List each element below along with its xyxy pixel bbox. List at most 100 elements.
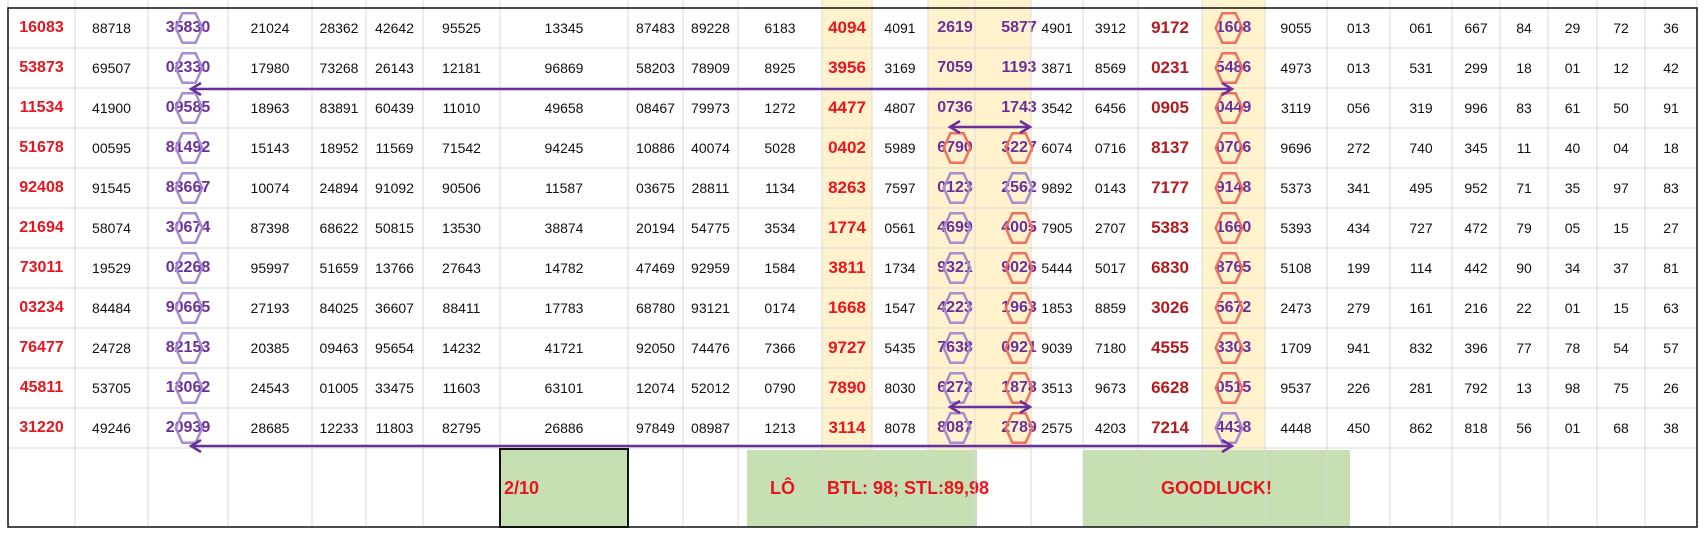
col-2digit-b-cell: 29: [1564, 20, 1581, 36]
third-prize-b-cell: 12233: [319, 420, 359, 436]
seventh-prize-cell: 1709: [1280, 340, 1312, 356]
third-prize-c-cell: 11569: [375, 140, 414, 156]
last4-special-cell: 3956: [828, 58, 866, 77]
fifth-prize-b-cell: 4901: [1041, 20, 1073, 36]
col-2digit-b-cell: 61: [1564, 100, 1581, 116]
special-prize-cell: 31220: [19, 419, 64, 436]
col-3digit-c-cell: 442: [1464, 260, 1488, 276]
col-2digit-a-cell: 83: [1516, 100, 1532, 116]
second-prize-cell: 13062: [165, 379, 211, 396]
third-prize-g-cell: 52012: [691, 380, 730, 396]
col-3digit-b-cell: 281: [1409, 380, 1433, 396]
special-prize-cell: 53873: [19, 59, 64, 76]
sixth-prize-a-cell: 2619: [937, 19, 973, 36]
fourth-prize-cell: 0790: [764, 380, 796, 396]
fifth-prize-b-cell: 1853: [1041, 300, 1073, 316]
fifth-prize-a-cell: 8030: [884, 380, 916, 396]
last4-special-cell: 9727: [828, 338, 866, 357]
col-3digit-b-cell: 061: [1409, 20, 1433, 36]
col-3digit-b-cell: 114: [1409, 260, 1433, 276]
third-prize-b-cell: 01005: [319, 380, 359, 396]
last4-red-cell: 7214: [1151, 418, 1189, 437]
fifth-prize-b-cell: 9039: [1041, 340, 1073, 356]
col-3digit-a-cell: 450: [1346, 420, 1371, 436]
third-prize-e-cell: 38874: [544, 220, 584, 236]
third-prize-c-cell: 11803: [375, 420, 414, 436]
third-prize-f-cell: 08467: [636, 100, 675, 116]
last4-purple-cell: 1660: [1215, 219, 1252, 236]
third-prize-d-cell: 95525: [442, 20, 481, 36]
col-2digit-b-cell: 01: [1564, 420, 1581, 436]
second-prize-cell: 35830: [165, 19, 211, 36]
third-prize-d-cell: 14232: [442, 340, 481, 356]
second-prize-cell: 90665: [165, 299, 211, 316]
fifth-prize-a-cell: 4807: [884, 100, 916, 116]
seventh-prize-cell: 3119: [1280, 100, 1312, 116]
third-prize-f-cell: 47469: [636, 260, 675, 276]
third-prize-a-cell: 28685: [250, 420, 290, 436]
third-prize-f-cell: 97849: [636, 420, 675, 436]
col-3digit-a-cell: 226: [1346, 380, 1371, 396]
col-2digit-c-cell: 15: [1613, 300, 1629, 316]
fifth-prize-c-cell: 8859: [1094, 300, 1127, 316]
third-prize-e-cell: 41721: [544, 340, 584, 356]
third-prize-f-cell: 03675: [636, 180, 675, 196]
third-prize-a-cell: 87398: [250, 220, 290, 236]
third-prize-a-cell: 15143: [250, 140, 290, 156]
col-2digit-c-cell: 12: [1613, 60, 1629, 76]
third-prize-e-cell: 63101: [544, 380, 584, 396]
fourth-prize-cell: 1134: [764, 180, 796, 196]
third-prize-b-cell: 83891: [319, 100, 359, 116]
third-prize-d-cell: 12181: [442, 60, 481, 76]
col-2digit-c-cell: 15: [1613, 220, 1629, 236]
fifth-prize-b-cell: 5444: [1041, 260, 1073, 276]
third-prize-b-cell: 68622: [319, 220, 359, 236]
sixth-prize-a-cell: 9321: [937, 259, 973, 276]
col-3digit-c-cell: 792: [1464, 380, 1488, 396]
col-3digit-b-cell: 832: [1409, 340, 1433, 356]
third-prize-b-cell: 28362: [319, 20, 359, 36]
third-prize-b-cell: 24894: [319, 180, 359, 196]
sixth-prize-a-cell: 0736: [937, 99, 973, 116]
third-prize-d-cell: 82795: [442, 420, 481, 436]
seventh-prize-cell: 4973: [1280, 60, 1312, 76]
col-3digit-c-cell: 216: [1464, 300, 1488, 316]
third-prize-c-cell: 42642: [375, 20, 414, 36]
col-2digit-a-cell: 13: [1516, 380, 1532, 396]
col-2digit-b-cell: 01: [1564, 60, 1581, 76]
special-prize-cell: 45811: [19, 379, 64, 396]
col-3digit-c-cell: 818: [1464, 420, 1488, 436]
first-prize-cell: 58074: [92, 220, 131, 236]
fifth-prize-c-cell: 6456: [1094, 100, 1127, 116]
first-prize-cell: 41900: [92, 100, 131, 116]
sixth-prize-a-cell: 6790: [937, 139, 973, 156]
third-prize-d-cell: 11603: [442, 380, 481, 396]
third-prize-d-cell: 27643: [442, 260, 481, 276]
third-prize-e-cell: 13345: [544, 20, 584, 36]
last4-red-cell: 7177: [1151, 178, 1189, 197]
sixth-prize-a-cell: 6272: [937, 379, 973, 396]
third-prize-e-cell: 94245: [544, 140, 584, 156]
col-3digit-c-cell: 996: [1464, 100, 1488, 116]
sixth-prize-a-cell: 8087: [937, 419, 973, 436]
fifth-prize-a-cell: 0561: [884, 220, 916, 236]
col-3digit-b-cell: 727: [1409, 220, 1433, 236]
col-3digit-a-cell: 434: [1346, 220, 1371, 236]
fourth-prize-cell: 5028: [764, 140, 796, 156]
first-prize-cell: 53705: [92, 380, 131, 396]
date-label: 2/10: [504, 478, 540, 498]
fifth-prize-a-cell: 1734: [884, 260, 916, 276]
sixth-prize-a-cell: 4699: [937, 219, 973, 236]
col-3digit-a-cell: 279: [1346, 300, 1371, 316]
seventh-prize-cell: 5108: [1280, 260, 1312, 276]
last4-red-cell: 0231: [1151, 58, 1189, 77]
col-2digit-d-cell: 27: [1663, 220, 1679, 236]
seventh-prize-cell: 5373: [1280, 180, 1312, 196]
last4-red-cell: 6628: [1151, 378, 1189, 397]
col-3digit-c-cell: 299: [1464, 60, 1488, 76]
special-prize-cell: 11534: [19, 99, 64, 116]
fifth-prize-c-cell: 0143: [1094, 180, 1127, 196]
third-prize-a-cell: 20385: [250, 340, 290, 356]
third-prize-f-cell: 68780: [636, 300, 675, 316]
col-2digit-a-cell: 77: [1516, 340, 1532, 356]
